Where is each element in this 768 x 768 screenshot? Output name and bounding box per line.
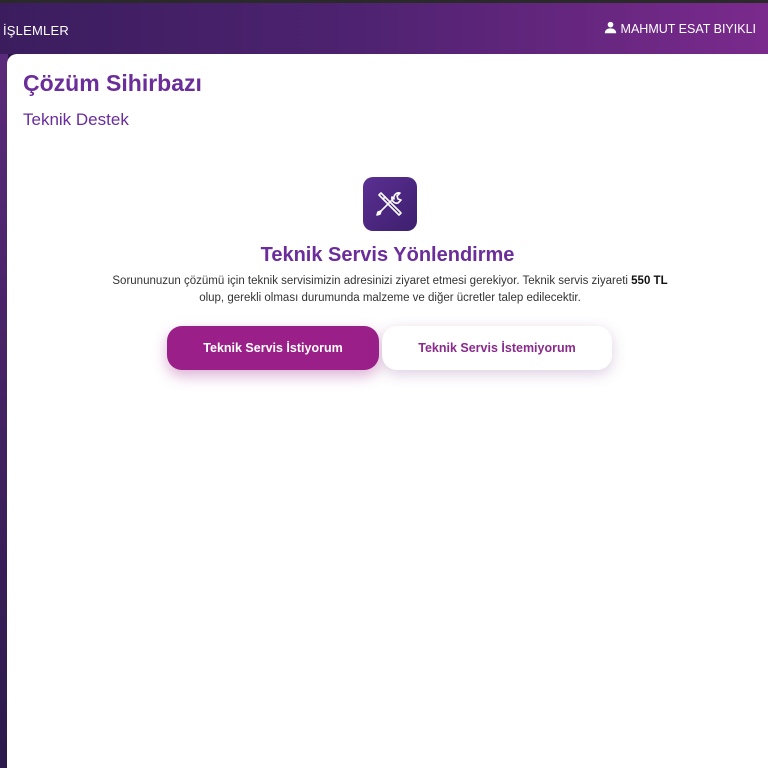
- service-description: Sorununuzun çözümü için teknik servisimi…: [107, 273, 673, 307]
- user-icon: [604, 21, 617, 37]
- description-part1: Sorununuzun çözümü için teknik servisimi…: [112, 275, 632, 287]
- price-value: 550 TL: [631, 275, 668, 287]
- service-title: Teknik Servis Yönlendirme: [260, 244, 515, 266]
- accept-service-button[interactable]: Teknik Servis İstiyorum: [167, 326, 379, 370]
- top-bar: İŞLEMLER MAHMUT ESAT BIYIKLI: [0, 0, 768, 54]
- user-name: MAHMUT ESAT BIYIKLI: [620, 22, 756, 36]
- page-title: Çözüm Sihirbazı: [23, 70, 202, 96]
- page-subtitle: Teknik Destek: [23, 110, 129, 129]
- tools-icon: [363, 177, 417, 231]
- decline-service-button[interactable]: Teknik Servis İstemiyorum: [382, 326, 612, 370]
- description-part2: olup, gerekli olması durumunda malzeme v…: [199, 292, 581, 304]
- menu-islemler[interactable]: İŞLEMLER: [3, 23, 69, 38]
- user-menu[interactable]: MAHMUT ESAT BIYIKLI: [604, 21, 756, 37]
- main-panel: Çözüm Sihirbazı Teknik Destek Teknik Ser…: [7, 54, 768, 768]
